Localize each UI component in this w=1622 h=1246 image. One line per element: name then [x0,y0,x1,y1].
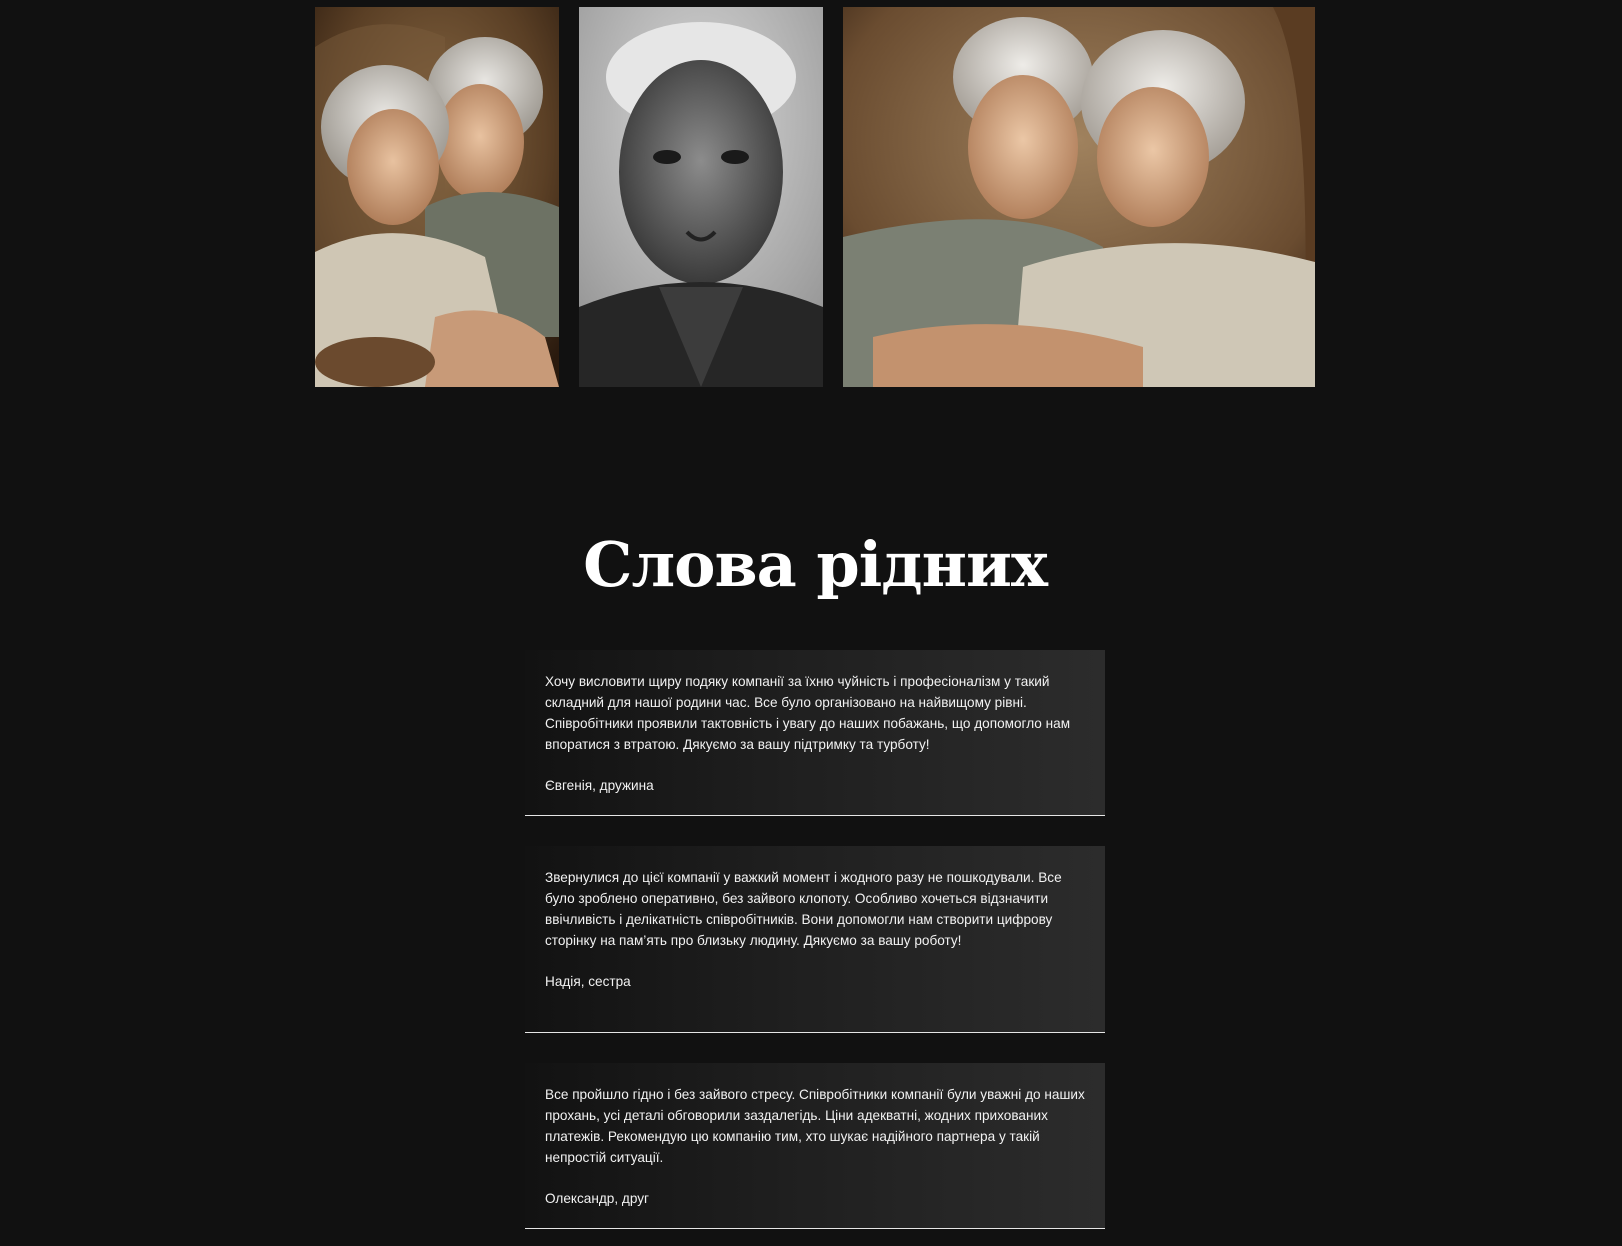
testimonial-text: Звернулися до цієї компанії у важкий мом… [545,870,1062,948]
gallery-photo-couple-left[interactable] [315,7,559,387]
section-title: Слова рідних [583,528,1048,601]
gallery-photo-man-portrait[interactable] [579,7,823,387]
elderly-couple-photo-icon [315,7,559,387]
page: Слова рідних Хочу висловити щиру подяку … [0,0,1622,1246]
testimonial-author: Олександр, друг [545,1191,650,1206]
testimonial-card: Все пройшло гідно і без зайвого стресу. … [525,1063,1105,1229]
testimonial-text: Все пройшло гідно і без зайвого стресу. … [545,1087,1085,1165]
gallery-photo-couple-wide[interactable] [843,7,1315,387]
testimonial-card: Звернулися до цієї компанії у важкий мом… [525,846,1105,1033]
testimonial-text: Хочу висловити щиру подяку компанії за ї… [545,674,1071,752]
elderly-couple-photo-icon [843,7,1315,387]
testimonial-card: Хочу висловити щиру подяку компанії за ї… [525,650,1105,816]
testimonial-author: Надія, сестра [545,974,631,989]
elderly-man-bw-portrait-photo-icon [579,7,823,387]
testimonial-author: Євгенія, дружина [545,778,654,793]
